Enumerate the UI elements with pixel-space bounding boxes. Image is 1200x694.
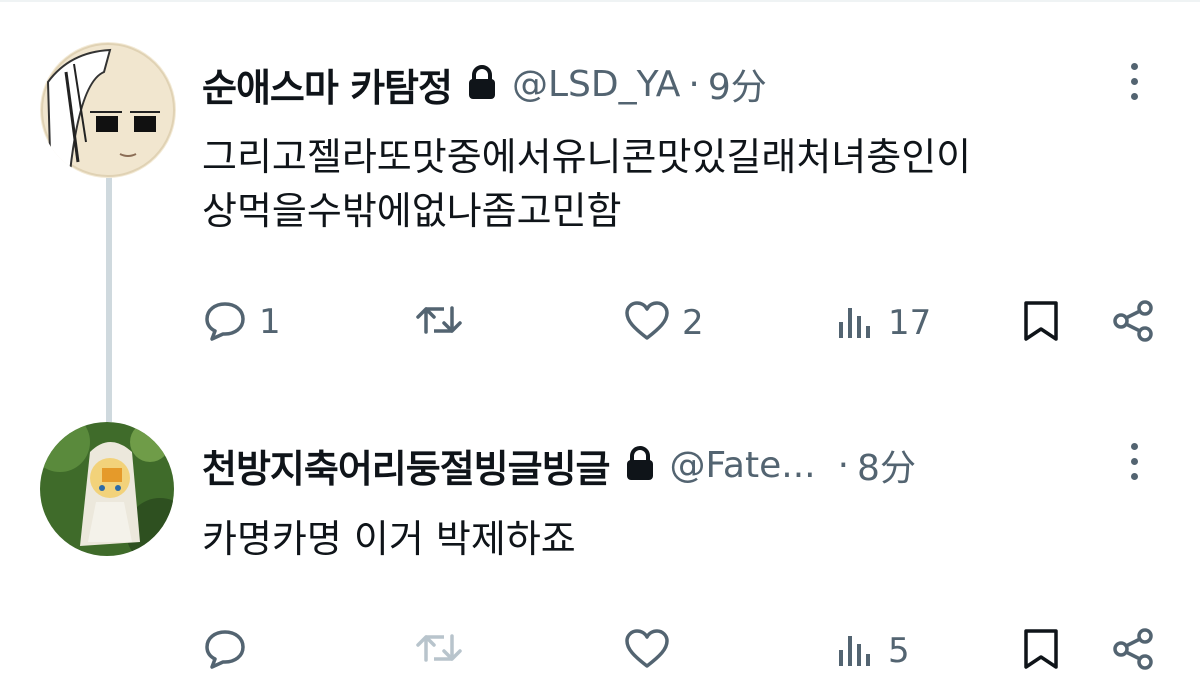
views-icon bbox=[836, 630, 876, 672]
retweet-button[interactable] bbox=[414, 300, 476, 344]
share-button[interactable] bbox=[1110, 298, 1156, 348]
retweet-icon bbox=[414, 300, 464, 344]
like-count: 2 bbox=[682, 303, 704, 343]
display-name[interactable]: 천방지축어리둥절빙글빙글 bbox=[202, 438, 611, 493]
view-count: 5 bbox=[888, 631, 910, 671]
handle[interactable]: @Fate... bbox=[670, 445, 816, 486]
bookmark-icon bbox=[1021, 299, 1061, 347]
tweet-text-line: 그리고젤라또맛중에서유니콘맛있길래처녀충인이 bbox=[202, 135, 972, 179]
more-options-icon[interactable] bbox=[1128, 63, 1140, 108]
reply-icon bbox=[203, 626, 247, 674]
tweet-header: 순애스마 카탐정 @LSD_YA · 9分 bbox=[202, 58, 767, 110]
thread-connector-line bbox=[106, 176, 112, 422]
like-icon bbox=[624, 300, 670, 346]
separator-dot: · bbox=[688, 63, 700, 105]
lock-icon bbox=[624, 445, 656, 485]
lock-icon bbox=[466, 64, 498, 104]
share-icon bbox=[1110, 626, 1156, 676]
view-count: 17 bbox=[888, 303, 932, 343]
top-divider bbox=[0, 0, 1200, 2]
reply-count: 1 bbox=[259, 302, 281, 342]
handle[interactable]: @LSD_YA bbox=[512, 64, 680, 105]
share-button[interactable] bbox=[1110, 626, 1156, 676]
display-name[interactable]: 순애스마 카탐정 bbox=[202, 57, 453, 112]
tweet-header: 천방지축어리둥절빙글빙글 @Fate... · 8分 bbox=[202, 439, 916, 491]
share-icon bbox=[1110, 298, 1156, 348]
bookmark-icon bbox=[1021, 627, 1061, 675]
bookmark-button[interactable] bbox=[1021, 299, 1061, 347]
like-button[interactable]: 2 bbox=[624, 300, 704, 346]
avatar[interactable] bbox=[40, 42, 176, 178]
tweet-text-line: 카명카명 이거 박제하죠 bbox=[202, 517, 576, 561]
bookmark-button[interactable] bbox=[1021, 627, 1061, 675]
retweet-button[interactable] bbox=[414, 628, 476, 672]
reply-button[interactable]: 1 bbox=[203, 298, 281, 346]
avatar[interactable] bbox=[40, 422, 174, 556]
tweet-text: 그리고젤라또맛중에서유니콘맛있길래처녀충인이 상먹을수밖에없나좀고민함 bbox=[202, 130, 971, 238]
views-icon bbox=[836, 302, 876, 344]
retweet-icon bbox=[414, 628, 464, 672]
tweet-text-line: 상먹을수밖에없나좀고민함 bbox=[202, 189, 622, 233]
views-button[interactable]: 5 bbox=[836, 630, 910, 672]
timestamp[interactable]: 9分 bbox=[708, 58, 767, 110]
views-button[interactable]: 17 bbox=[836, 302, 931, 344]
like-icon bbox=[624, 628, 670, 674]
more-options-icon[interactable] bbox=[1128, 443, 1140, 488]
reply-icon bbox=[203, 298, 247, 346]
tweet-text: 카명카명 이거 박제하죠 bbox=[202, 512, 576, 566]
reply-button[interactable] bbox=[203, 626, 259, 674]
like-button[interactable] bbox=[624, 628, 682, 674]
separator-dot: · bbox=[837, 444, 850, 486]
timestamp[interactable]: 8分 bbox=[857, 439, 916, 491]
